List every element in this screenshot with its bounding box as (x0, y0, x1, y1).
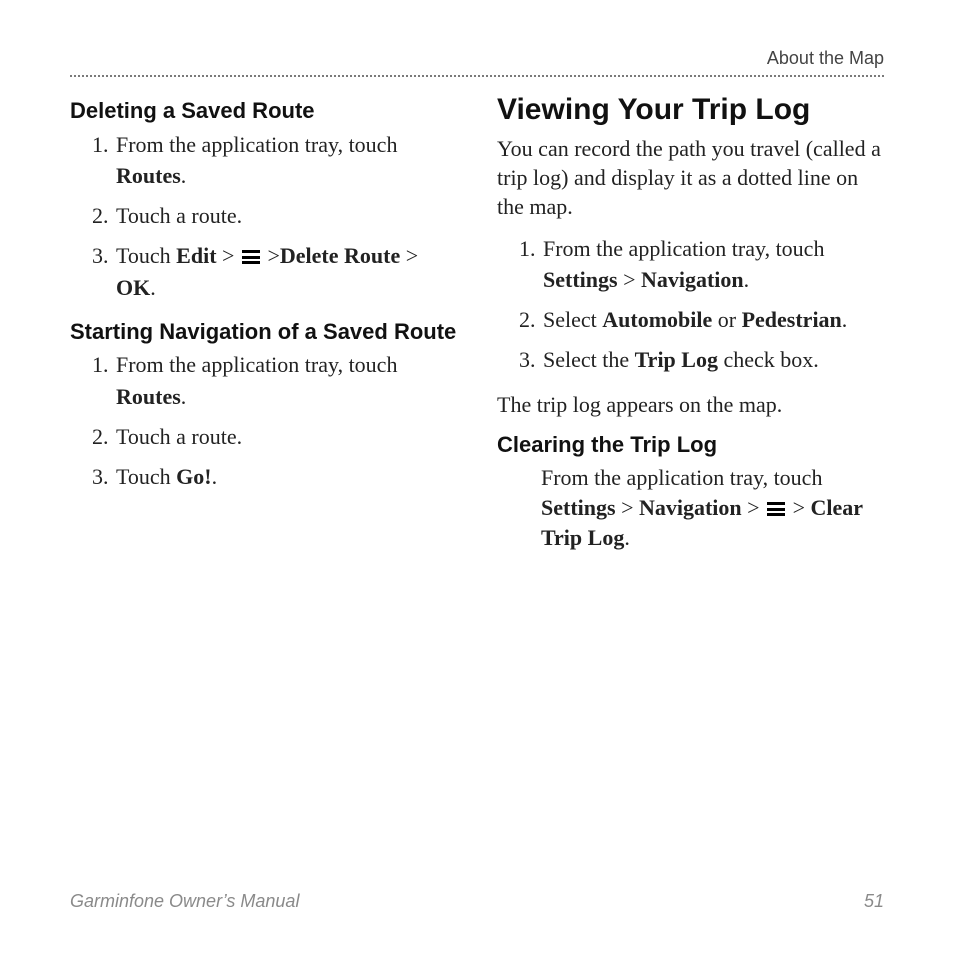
text: > (217, 243, 240, 268)
page-number: 51 (864, 891, 884, 912)
content-columns: Deleting a Saved Route From the applicat… (70, 93, 884, 566)
bold-settings: Settings (543, 267, 618, 292)
text: > (400, 243, 418, 268)
steps-trip-log: From the application tray, touch Setting… (497, 233, 884, 377)
step: From the application tray, touch Routes. (114, 129, 457, 193)
text: . (212, 464, 218, 489)
step: From the application tray, touch Routes. (114, 349, 457, 413)
bold-edit: Edit (176, 243, 216, 268)
menu-icon (242, 250, 260, 264)
heading-start-navigation: Starting Navigation of a Saved Route (70, 318, 457, 346)
page-footer: Garminfone Owner’s Manual 51 (70, 891, 884, 912)
text: . (842, 307, 848, 332)
header-rule (70, 75, 884, 77)
text: From the application tray, touch (541, 465, 822, 490)
manual-page: About the Map Deleting a Saved Route Fro… (0, 0, 954, 954)
right-column: Viewing Your Trip Log You can record the… (497, 93, 884, 566)
text: Select (543, 307, 602, 332)
bold-trip-log: Trip Log (635, 347, 718, 372)
text: . (181, 163, 187, 188)
bold-navigation: Navigation (641, 267, 744, 292)
heading-viewing-trip-log: Viewing Your Trip Log (497, 93, 884, 128)
text: Touch (116, 243, 176, 268)
text: Select the (543, 347, 635, 372)
bold-ok: OK (116, 275, 150, 300)
step: Select the Trip Log check box. (541, 344, 884, 376)
text: > (616, 495, 639, 520)
steps-start-navigation: From the application tray, touch Routes.… (70, 349, 457, 493)
result-text: The trip log appears on the map. (497, 390, 884, 419)
text: or (712, 307, 741, 332)
step: Touch Edit > >Delete Route > OK. (114, 240, 457, 304)
bold-routes: Routes (116, 384, 181, 409)
step: From the application tray, touch Setting… (541, 233, 884, 297)
bold-pedestrian: Pedestrian (742, 307, 842, 332)
menu-icon (767, 502, 785, 516)
text: > (742, 495, 765, 520)
heading-deleting-route: Deleting a Saved Route (70, 97, 457, 125)
bold-go: Go! (176, 464, 211, 489)
text: check box. (718, 347, 819, 372)
steps-deleting-route: From the application tray, touch Routes.… (70, 129, 457, 304)
text: From the application tray, touch (543, 236, 824, 261)
step: Touch a route. (114, 200, 457, 232)
step: Select Automobile or Pedestrian. (541, 304, 884, 336)
bold-routes: Routes (116, 163, 181, 188)
text: > (262, 243, 280, 268)
heading-clearing-trip-log: Clearing the Trip Log (497, 431, 884, 459)
running-head: About the Map (70, 48, 884, 75)
bold-navigation: Navigation (639, 495, 742, 520)
step: Touch Go!. (114, 461, 457, 493)
text: . (150, 275, 156, 300)
bold-settings: Settings (541, 495, 616, 520)
text: . (181, 384, 187, 409)
step: Touch a route. (114, 421, 457, 453)
text: From the application tray, touch (116, 352, 397, 377)
bold-delete-route: Delete Route (280, 243, 400, 268)
footer-title: Garminfone Owner’s Manual (70, 891, 299, 912)
text: > (787, 495, 810, 520)
text: From the application tray, touch (116, 132, 397, 157)
left-column: Deleting a Saved Route From the applicat… (70, 93, 457, 566)
text: > (618, 267, 641, 292)
text: . (744, 267, 750, 292)
intro-text: You can record the path you travel (call… (497, 134, 884, 221)
clearing-instruction: From the application tray, touch Setting… (541, 463, 884, 554)
text: Touch (116, 464, 176, 489)
bold-automobile: Automobile (602, 307, 712, 332)
text: . (624, 525, 630, 550)
